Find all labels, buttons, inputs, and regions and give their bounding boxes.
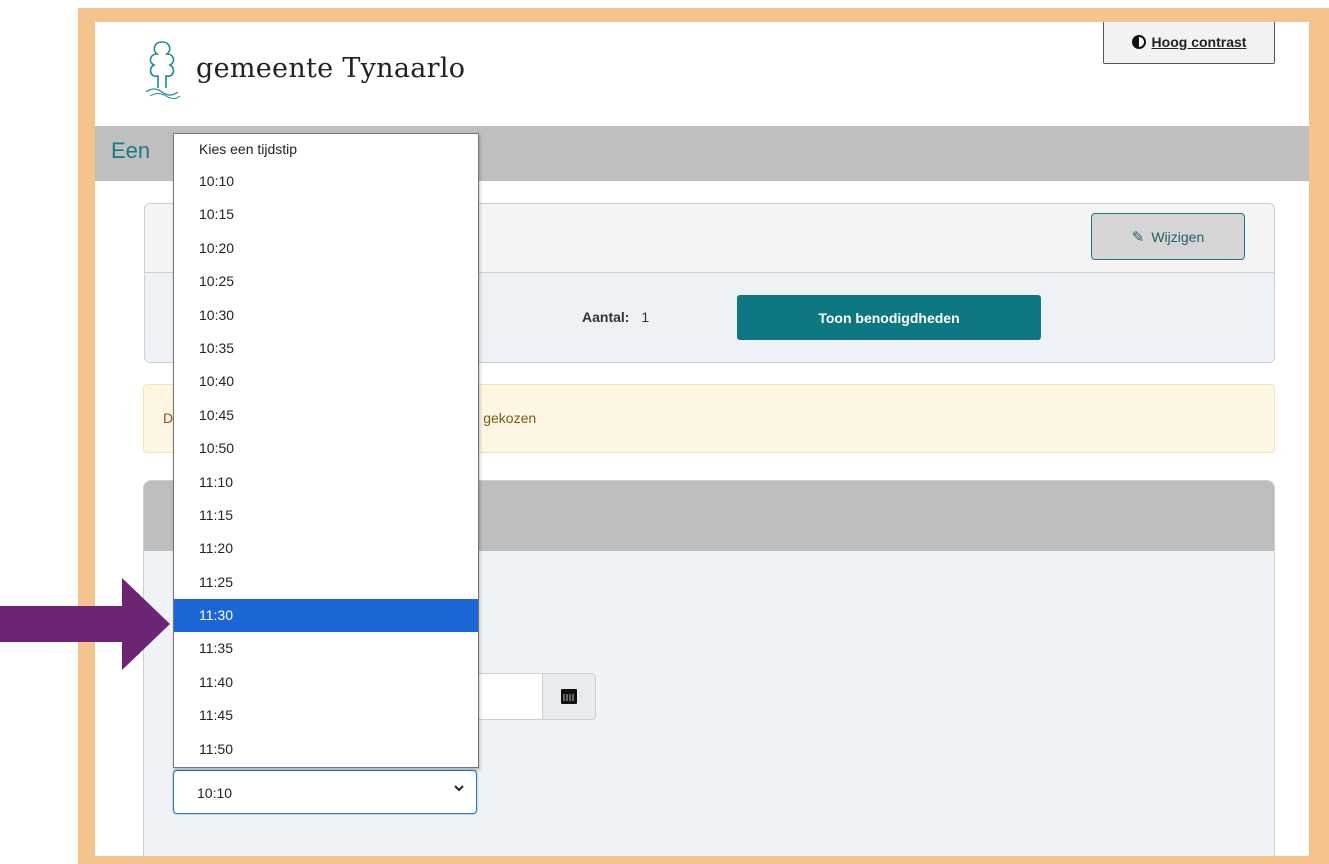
site-logo[interactable]: gemeente Tynaarlo: [140, 36, 465, 100]
time-select[interactable]: 10:10: [173, 770, 477, 814]
page-title: Een: [111, 138, 151, 163]
edit-button[interactable]: ✎ Wijzigen: [1091, 213, 1245, 260]
dropdown-option[interactable]: 11:10: [174, 466, 478, 499]
pencil-icon: ✎: [1131, 228, 1145, 246]
chevron-down-icon: [454, 785, 464, 792]
quantity-display: Aantal: 1: [582, 309, 649, 325]
dropdown-option[interactable]: 10:45: [174, 399, 478, 432]
dropdown-option[interactable]: 10:15: [174, 198, 478, 231]
dropdown-option[interactable]: 10:50: [174, 432, 478, 465]
dropdown-option[interactable]: 10:40: [174, 365, 478, 398]
edit-button-label: Wijzigen: [1151, 228, 1205, 245]
logo-text: gemeente Tynaarlo: [196, 52, 466, 84]
calendar-button[interactable]: [542, 673, 596, 720]
show-requirements-button[interactable]: Toon benodigdheden: [737, 295, 1041, 340]
dropdown-option[interactable]: 11:15: [174, 499, 478, 532]
quantity-label: Aantal:: [582, 309, 630, 325]
dropdown-option[interactable]: 11:20: [174, 532, 478, 565]
dropdown-option[interactable]: 10:10: [174, 165, 478, 198]
dropdown-option[interactable]: 10:30: [174, 299, 478, 332]
dropdown-option[interactable]: 10:20: [174, 232, 478, 265]
high-contrast-label: Hoog contrast: [1151, 34, 1247, 50]
date-input[interactable]: [474, 673, 543, 720]
dropdown-option[interactable]: 10:35: [174, 332, 478, 365]
time-select-value: 10:10: [197, 785, 233, 801]
dropdown-option[interactable]: 11:30: [174, 599, 478, 633]
tree-logo-icon: [145, 41, 181, 99]
dropdown-option[interactable]: 10:25: [174, 265, 478, 298]
dropdown-option[interactable]: 11:50: [174, 733, 478, 766]
dropdown-placeholder-option[interactable]: Kies een tijdstip: [174, 134, 478, 165]
arrow-right-icon: [0, 578, 170, 670]
dropdown-option[interactable]: 11:25: [174, 566, 478, 599]
time-dropdown-list[interactable]: Kies een tijdstip 10:10 10:15 10:20 10:25 10:…: [173, 133, 479, 768]
high-contrast-button[interactable]: Hoog contrast: [1103, 22, 1275, 64]
half-circle-contrast-icon: [1131, 35, 1146, 49]
browser-viewport: gemeente Tynaarlo Hoog contrast Een ✎ Wi…: [95, 22, 1309, 856]
calendar-icon: [561, 689, 577, 704]
dropdown-option[interactable]: 11:35: [174, 632, 478, 665]
quantity-value: 1: [641, 309, 650, 325]
dropdown-option[interactable]: 11:45: [174, 699, 478, 732]
alert-text-start: D: [163, 410, 174, 426]
dropdown-option[interactable]: 11:40: [174, 666, 478, 699]
